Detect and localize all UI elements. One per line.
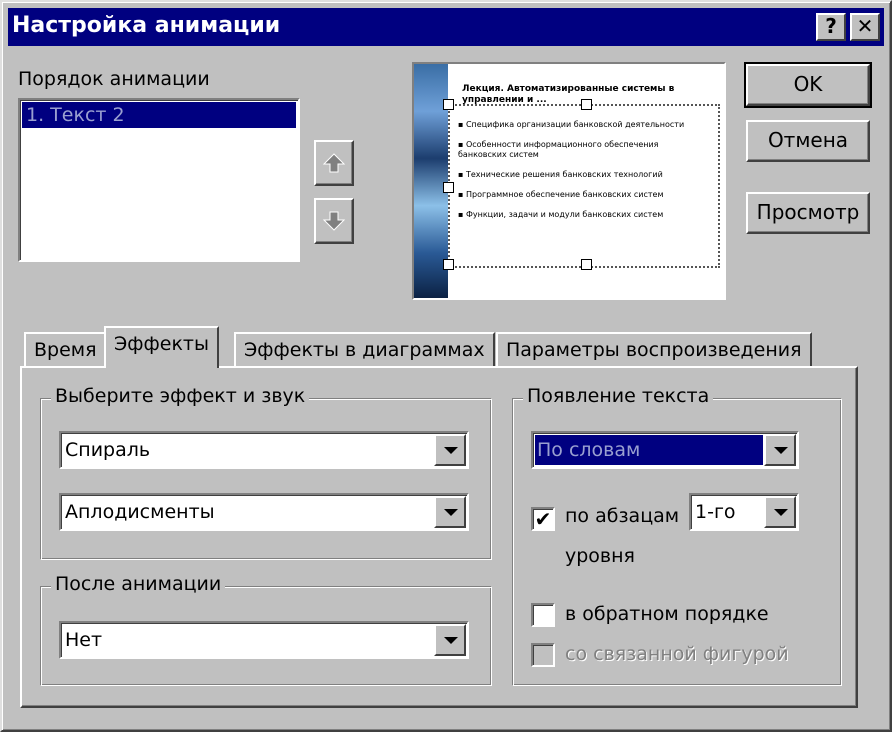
after-animation-group: После анимации Нет [40, 573, 492, 686]
slide-bullet: ▪ Специфика организации банковской деяте… [458, 120, 685, 129]
by-paragraph-label: по абзацам [565, 505, 680, 527]
after-animation-select[interactable]: Нет [59, 621, 469, 659]
resize-handle [443, 182, 454, 193]
arrow-up-icon [322, 153, 346, 173]
chevron-down-icon[interactable] [434, 496, 466, 528]
resize-handle [581, 99, 592, 110]
animation-order-list[interactable]: 1. Текст 2 [18, 98, 300, 262]
effect-sound-group-title: Выберите эффект и звук [51, 385, 310, 407]
text-mode-select-value: По словам [535, 435, 763, 465]
sound-select[interactable]: Аплодисменты [59, 493, 469, 531]
reverse-order-checkbox[interactable] [531, 603, 555, 627]
close-button[interactable]: ✕ [850, 13, 880, 41]
slide-bullet: ▪ Особенности информационного обеспечени… [458, 140, 659, 159]
title-bar: Настройка анимации ? ✕ [8, 8, 884, 46]
animation-order-item[interactable]: 1. Текст 2 [22, 102, 296, 128]
help-button[interactable]: ? [816, 13, 846, 41]
tab-chart-effects[interactable]: Эффекты в диаграммах [234, 332, 495, 368]
after-animation-group-title: После анимации [51, 573, 226, 595]
slide-bullet: ▪ Функции, задачи и модули банковских си… [458, 210, 664, 219]
slide-bullet: ▪ Программное обеспечение банковских сис… [458, 190, 664, 199]
chevron-down-icon[interactable] [434, 624, 466, 656]
linked-shape-label: со связанной фигурой [565, 643, 789, 665]
effect-select[interactable]: Спираль [59, 431, 469, 469]
effect-sound-group: Выберите эффект и звук Спираль Аплодисме… [40, 385, 492, 560]
ok-button[interactable]: OK [744, 62, 872, 108]
move-up-button[interactable] [314, 140, 354, 186]
resize-handle [443, 99, 454, 110]
resize-handle [443, 259, 454, 270]
chevron-down-icon[interactable] [764, 496, 796, 528]
text-appearance-group-title: Появление текста [523, 385, 714, 407]
tab-effects[interactable]: Эффекты [104, 326, 219, 368]
reverse-order-label: в обратном порядке [565, 603, 769, 625]
animation-order-label: Порядок анимации [18, 68, 210, 90]
move-down-button[interactable] [314, 198, 354, 244]
slide-preview: Лекция. Автоматизированные системы в упр… [412, 62, 726, 300]
text-mode-select[interactable]: По словам [531, 431, 799, 469]
slide-bullet: ▪ Технические решения банковских техноло… [458, 170, 663, 179]
arrow-down-icon [322, 211, 346, 231]
dialog-title: Настройка анимации [12, 13, 281, 38]
cancel-button[interactable]: Отмена [746, 120, 870, 162]
sound-select-value: Аплодисменты [65, 501, 215, 523]
chevron-down-icon[interactable] [434, 434, 466, 466]
paragraph-level-suffix: уровня [565, 545, 635, 567]
preview-button[interactable]: Просмотр [746, 192, 870, 234]
paragraph-level-select[interactable]: 1-го [689, 493, 799, 531]
after-animation-select-value: Нет [65, 629, 103, 651]
paragraph-level-select-value: 1-го [695, 501, 736, 523]
resize-handle [581, 259, 592, 270]
tab-playback-settings[interactable]: Параметры воспроизведения [496, 332, 812, 368]
chevron-down-icon[interactable] [764, 434, 796, 466]
animation-settings-dialog: Настройка анимации ? ✕ Порядок анимации … [0, 0, 892, 732]
by-paragraph-checkbox[interactable]: ✔ [531, 507, 555, 531]
text-appearance-group: Появление текста По словам ✔ по абзацам … [512, 385, 842, 686]
effect-select-value: Спираль [65, 439, 151, 461]
linked-shape-checkbox [531, 643, 555, 667]
effects-tab-panel: Выберите эффект и звук Спираль Аплодисме… [20, 366, 858, 708]
slide-selection-frame: ▪ Специфика организации банковской деяте… [443, 99, 720, 270]
tab-timing[interactable]: Время [24, 332, 107, 368]
